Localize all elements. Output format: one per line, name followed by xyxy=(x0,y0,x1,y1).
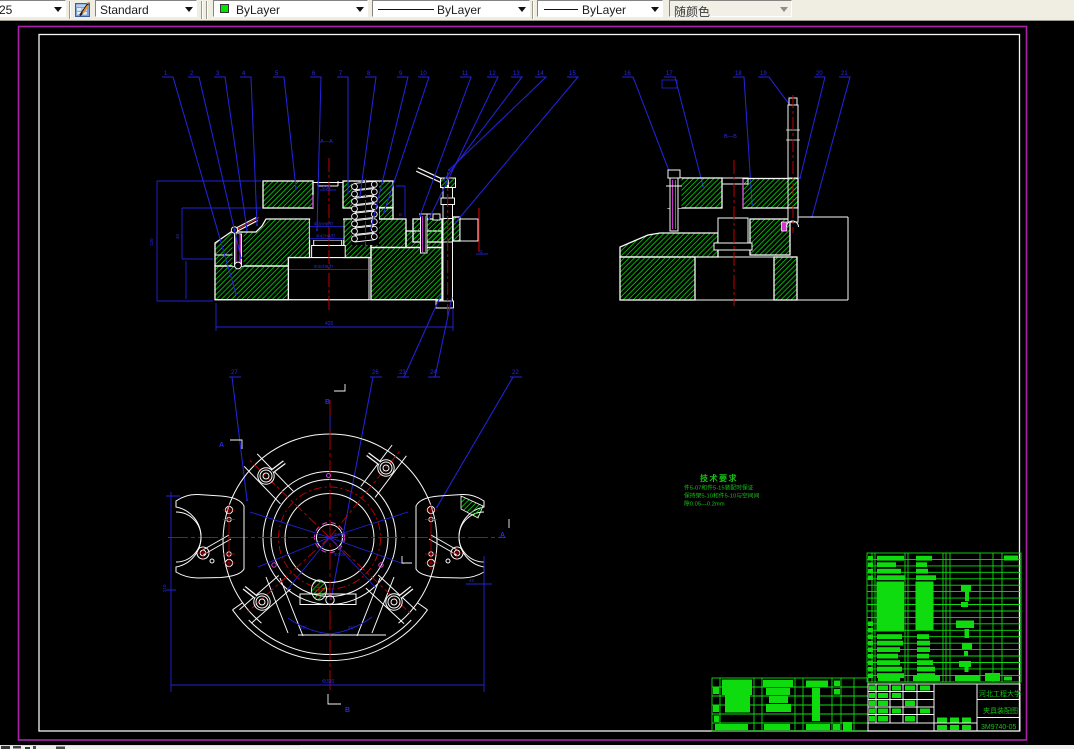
svg-text:夹具装配图: 夹具装配图 xyxy=(983,706,1018,715)
svg-text:19: 19 xyxy=(760,71,767,77)
svg-text:27: 27 xyxy=(231,370,238,376)
svg-text:18: 18 xyxy=(735,71,742,77)
svg-text:隙0.05—0.2mm: 隙0.05—0.2mm xyxy=(684,500,725,508)
svg-text:210: 210 xyxy=(162,584,167,592)
svg-text:420: 420 xyxy=(325,321,334,327)
svg-text:120: 120 xyxy=(149,238,154,246)
svg-text:B: B xyxy=(399,212,402,217)
svg-text:12: 12 xyxy=(489,71,496,77)
svg-text:3: 3 xyxy=(216,71,220,77)
svg-text:A—A: A—A xyxy=(320,139,333,145)
svg-text:15: 15 xyxy=(569,71,576,77)
svg-text:11: 11 xyxy=(462,71,469,77)
svg-text:10: 10 xyxy=(420,71,427,77)
svg-text:B—B: B—B xyxy=(724,134,737,140)
svg-text:2: 2 xyxy=(480,249,483,254)
svg-text:4: 4 xyxy=(242,71,246,77)
svg-text:1: 1 xyxy=(164,71,168,77)
svg-text:17: 17 xyxy=(666,71,673,77)
svg-text:45: 45 xyxy=(469,578,475,583)
svg-text:Φ330: Φ330 xyxy=(322,679,335,685)
svg-text:7: 7 xyxy=(339,71,343,77)
svg-text:14: 14 xyxy=(537,71,544,77)
svg-text:45: 45 xyxy=(175,233,180,239)
svg-text:Φ36: Φ36 xyxy=(322,185,331,190)
svg-text:技术要求: 技术要求 xyxy=(700,473,738,483)
svg-text:16: 16 xyxy=(624,71,631,77)
svg-text:Φ100: Φ100 xyxy=(334,552,346,557)
svg-text:13: 13 xyxy=(513,71,520,77)
svg-text:B: B xyxy=(345,707,350,714)
svg-text:B: B xyxy=(325,399,330,406)
svg-text:22: 22 xyxy=(512,370,519,376)
svg-text:6: 6 xyxy=(312,71,316,77)
svg-text:保持架5-10和件5-10与空间间: 保持架5-10和件5-10与空间间 xyxy=(684,492,760,500)
svg-text:9: 9 xyxy=(399,71,403,77)
svg-text:8: 8 xyxy=(367,71,371,77)
svg-text:A: A xyxy=(500,532,505,539)
svg-text:5: 5 xyxy=(275,71,279,77)
svg-text:3M9740-05: 3M9740-05 xyxy=(981,724,1017,731)
svg-text:24: 24 xyxy=(430,370,437,376)
svg-text:河北工程大学: 河北工程大学 xyxy=(979,689,1021,698)
svg-text:A: A xyxy=(219,442,224,449)
svg-text:26: 26 xyxy=(372,370,379,376)
svg-text:23: 23 xyxy=(399,370,406,376)
svg-text:Φ25H7: Φ25H7 xyxy=(334,532,349,537)
svg-text:2: 2 xyxy=(190,71,194,77)
svg-text:Φ42H8/f7: Φ42H8/f7 xyxy=(316,234,336,239)
svg-text:20: 20 xyxy=(816,71,823,77)
svg-text:件5-07和件5-15装配时保证: 件5-07和件5-15装配时保证 xyxy=(684,484,754,492)
svg-text:21: 21 xyxy=(841,71,848,77)
svg-text:45°: 45° xyxy=(348,625,355,630)
svg-text:45°: 45° xyxy=(300,625,307,630)
svg-text:Φ30H8/f7: Φ30H8/f7 xyxy=(314,264,334,269)
